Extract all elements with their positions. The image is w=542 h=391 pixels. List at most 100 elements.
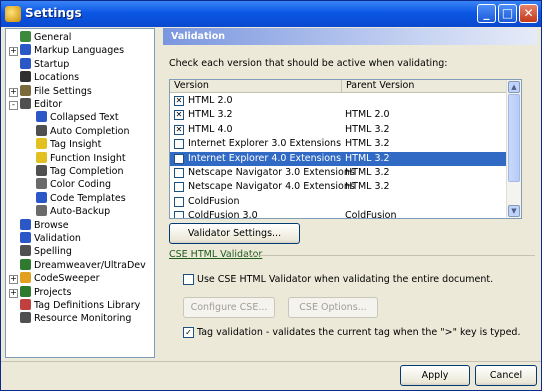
tree-item-label: Color Coding: [50, 179, 111, 191]
version-row[interactable]: Internet Explorer 3.0 Extensions HTML 3.2: [170, 137, 508, 151]
tree-item[interactable]: Color Coding: [36, 178, 111, 191]
tree-item[interactable]: Collapsed Text: [36, 111, 119, 124]
version-checkbox[interactable]: [174, 168, 184, 178]
parent-version: ColdFusion: [345, 210, 397, 219]
footer-divider: [1, 361, 541, 362]
tree-item[interactable]: Editor: [20, 98, 62, 111]
version-checkbox[interactable]: [174, 139, 184, 150]
version-row[interactable]: ✕ HTML 4.0 HTML 3.2: [170, 123, 508, 137]
version-name: HTML 2.0: [188, 95, 233, 106]
tree-item[interactable]: Locations: [20, 71, 79, 84]
title-bar[interactable]: Settings _ □ ✕: [1, 1, 541, 27]
tree-item-icon: [20, 312, 31, 324]
version-row[interactable]: Internet Explorer 4.0 Extensions HTML 3.2: [170, 151, 508, 166]
tree-item-icon: [20, 232, 31, 243]
close-button[interactable]: ✕: [519, 4, 538, 23]
tree-item-icon: [20, 57, 31, 69]
tree-item[interactable]: File Settings: [20, 84, 92, 98]
parent-version: HTML 3.2: [345, 181, 390, 193]
parent-version: HTML 3.2: [345, 123, 390, 135]
tree-item[interactable]: Browse: [20, 218, 69, 232]
tree-item-icon: [20, 44, 31, 56]
version-name: Netscape Navigator 3.0 Extensions: [188, 167, 355, 178]
tree-item-icon: [20, 285, 31, 297]
validator-settings-button[interactable]: Validator Settings...: [169, 223, 300, 244]
apply-button[interactable]: Apply: [400, 365, 470, 386]
tree-item[interactable]: Markup Languages: [20, 44, 124, 57]
cancel-button[interactable]: Cancel: [475, 365, 537, 386]
instruction-text: Check each version that should be active…: [169, 58, 448, 69]
window-title: Settings: [25, 6, 82, 20]
tree-item[interactable]: Auto-Backup: [36, 205, 110, 218]
cse-options-button[interactable]: CSE Options...: [288, 297, 378, 318]
tree-item-label: Resource Monitoring: [34, 313, 132, 325]
settings-window: Settings _ □ ✕ General + Markup Languages S…: [0, 0, 542, 391]
column-version[interactable]: Version: [174, 80, 209, 92]
tree-item-icon: [20, 258, 31, 270]
tree-item-icon: [36, 165, 47, 176]
version-checkbox[interactable]: [174, 182, 184, 193]
scroll-up-icon[interactable]: ▲: [508, 81, 520, 93]
tree-item-icon: [36, 178, 47, 190]
tree-item[interactable]: CodeSweeper: [20, 272, 100, 285]
tree-expander-icon[interactable]: -: [9, 101, 18, 110]
tree-expander-icon[interactable]: +: [9, 87, 18, 97]
parent-version: HTML 3.2: [345, 152, 390, 164]
tree-expander-icon[interactable]: +: [9, 288, 18, 298]
tree-item-label: File Settings: [34, 85, 92, 97]
version-name: Internet Explorer 4.0 Extensions: [188, 152, 342, 164]
version-row[interactable]: Netscape Navigator 3.0 Extensions HTML 3.…: [170, 166, 508, 180]
tree-item-label: Auto-Backup: [50, 206, 111, 218]
tree-item[interactable]: General: [20, 31, 71, 44]
tree-item[interactable]: Validation: [20, 232, 81, 245]
version-name: Netscape Navigator 4.0 Extensions: [188, 181, 355, 193]
tree-item[interactable]: Code Templates: [36, 191, 126, 205]
version-row[interactable]: ✕ HTML 3.2 HTML 2.0: [170, 108, 508, 122]
minimize-button[interactable]: _: [477, 4, 496, 23]
tree-item[interactable]: Dreamweaver/UltraDev: [20, 258, 146, 272]
tree-item[interactable]: Function Insight: [36, 151, 126, 165]
maximize-button[interactable]: □: [498, 4, 517, 23]
tree-item-label: Locations: [34, 72, 80, 84]
tree-item[interactable]: Tag Completion: [36, 165, 124, 178]
list-scrollbar[interactable]: ▲ ▼: [506, 80, 521, 218]
tree-item-label: Function Insight: [50, 152, 126, 164]
tree-item[interactable]: Tag Insight: [36, 138, 101, 151]
version-checkbox[interactable]: [174, 196, 184, 207]
panel-header: Validation: [163, 28, 537, 45]
tree-item[interactable]: Resource Monitoring: [20, 312, 131, 325]
tree-item-label: Tag Insight: [50, 139, 102, 151]
tag-validation-checkbox[interactable]: ✓: [183, 327, 194, 338]
tag-validation-label: Tag validation - validates the current t…: [197, 327, 521, 338]
use-cse-label: Use CSE HTML Validator when validating t…: [197, 274, 494, 285]
tree-item-icon: [20, 31, 31, 42]
settings-tree[interactable]: General + Markup Languages Startup Locations…: [5, 28, 155, 358]
version-row[interactable]: ColdFusion: [170, 195, 508, 209]
version-list[interactable]: Version Parent Version ✕ HTML 2.0 ✕ HTML 3.…: [169, 79, 522, 219]
version-checkbox[interactable]: [174, 153, 184, 164]
tree-item-label: Validation: [34, 233, 81, 244]
tree-item[interactable]: Tag Definitions Library: [20, 299, 140, 312]
version-checkbox[interactable]: ✕: [174, 96, 184, 106]
tree-item[interactable]: Spelling: [20, 245, 72, 258]
tree-item[interactable]: Auto Completion: [36, 124, 130, 138]
tree-item-icon: [36, 205, 47, 217]
tree-expander-icon[interactable]: +: [9, 275, 18, 285]
parent-version: HTML 3.2: [345, 138, 390, 150]
version-row[interactable]: ✕ HTML 2.0: [170, 94, 508, 108]
tree-item-label: CodeSweeper: [34, 273, 100, 285]
version-checkbox[interactable]: ✕: [174, 124, 184, 135]
tree-item-icon: [36, 191, 47, 203]
scroll-thumb[interactable]: [508, 94, 520, 182]
configure-cse-button[interactable]: Configure CSE...: [183, 297, 275, 318]
tree-item[interactable]: Projects: [20, 285, 71, 299]
column-parent-version[interactable]: Parent Version: [341, 80, 414, 92]
version-row[interactable]: Netscape Navigator 4.0 Extensions HTML 3.…: [170, 180, 508, 194]
version-row[interactable]: ColdFusion 3.0 ColdFusion: [170, 209, 508, 219]
scroll-down-icon[interactable]: ▼: [508, 205, 520, 217]
version-checkbox[interactable]: [174, 211, 184, 218]
tree-item[interactable]: Startup: [20, 57, 69, 71]
use-cse-checkbox[interactable]: [183, 274, 194, 285]
version-checkbox[interactable]: ✕: [174, 110, 184, 121]
tree-expander-icon[interactable]: +: [9, 47, 18, 57]
